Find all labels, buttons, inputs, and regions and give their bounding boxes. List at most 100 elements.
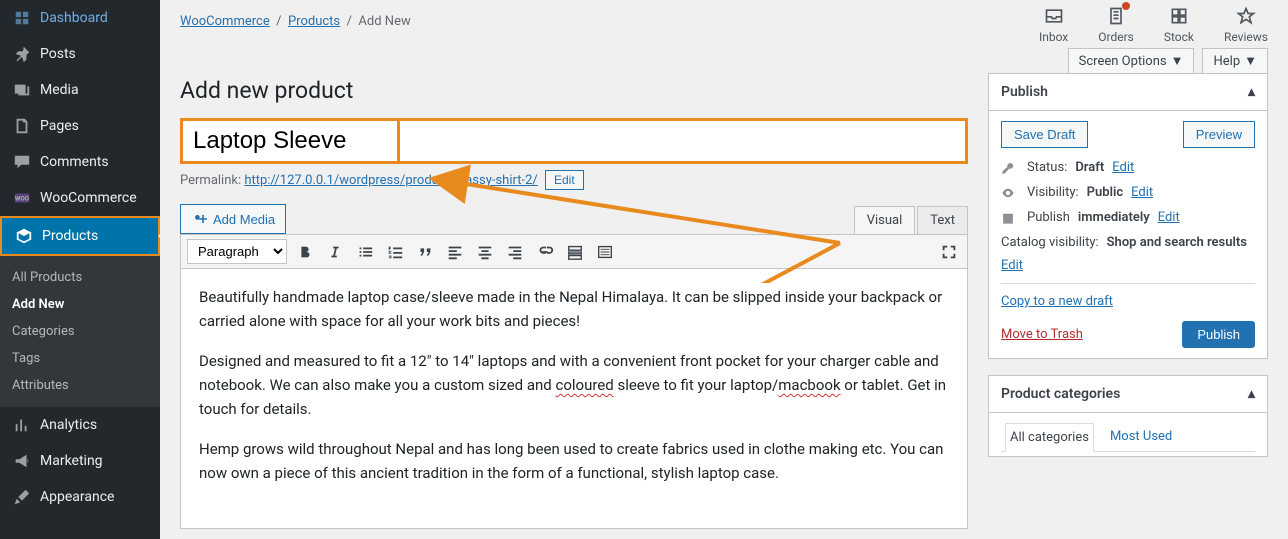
edit-catalog-link[interactable]: Edit: [1001, 258, 1023, 273]
edit-slug-button[interactable]: Edit: [545, 170, 584, 190]
format-select[interactable]: Paragraph: [187, 239, 287, 264]
sidebar-item-pages[interactable]: Pages: [0, 108, 160, 144]
products-submenu: All Products Add New Categories Tags Att…: [0, 256, 160, 407]
admin-sidebar: Dashboard Posts Media Pages Comments WOO…: [0, 0, 160, 539]
sidebar-item-label: Comments: [40, 154, 109, 170]
sidebar-item-media[interactable]: Media: [0, 72, 160, 108]
sidebar-item-posts[interactable]: Posts: [0, 36, 160, 72]
publish-on-value: immediately: [1078, 210, 1150, 225]
add-media-button[interactable]: Add Media: [180, 204, 286, 234]
submenu-categories[interactable]: Categories: [0, 318, 160, 345]
editor-tab-visual[interactable]: Visual: [854, 206, 916, 234]
align-right-button[interactable]: [503, 240, 527, 264]
link-button[interactable]: [533, 240, 557, 264]
calendar-icon: [1001, 211, 1019, 225]
media-icon: [191, 211, 207, 227]
star-icon: [1234, 4, 1258, 28]
submenu-add-new[interactable]: Add New: [0, 291, 160, 318]
sidebar-item-dashboard[interactable]: Dashboard: [0, 0, 160, 36]
sidebar-item-label: Pages: [40, 118, 79, 134]
permalink-link[interactable]: http://127.0.0.1/wordpress/product/class…: [244, 173, 537, 188]
breadcrumb-current: Add New: [358, 14, 410, 29]
sidebar-item-label: Dashboard: [40, 10, 108, 26]
editor-tab-text[interactable]: Text: [917, 206, 968, 234]
italic-button[interactable]: [323, 240, 347, 264]
publish-box: Publish ▴ Save Draft Preview Status: Dra…: [988, 73, 1268, 359]
sidebar-item-appearance[interactable]: Appearance: [0, 479, 160, 515]
editor-toolbar: Paragraph: [180, 234, 968, 269]
product-title-input[interactable]: [180, 118, 968, 164]
breadcrumb-products[interactable]: Products: [288, 14, 340, 29]
align-center-button[interactable]: [473, 240, 497, 264]
move-to-trash-link[interactable]: Move to Trash: [1001, 327, 1083, 342]
screen-options-tab[interactable]: Screen Options ▼: [1068, 48, 1195, 73]
sidebar-item-comments[interactable]: Comments: [0, 144, 160, 180]
page-title: Add new product: [180, 77, 968, 104]
topbar-orders[interactable]: Orders: [1098, 4, 1134, 44]
chevron-down-icon: ▼: [1171, 53, 1184, 69]
toolbar-toggle-button[interactable]: [593, 240, 617, 264]
chart-icon: [12, 415, 32, 435]
visibility-value: Public: [1087, 185, 1123, 200]
collapse-icon[interactable]: ▴: [1248, 84, 1255, 100]
publish-title: Publish: [1001, 84, 1048, 100]
fullscreen-button[interactable]: [937, 240, 961, 264]
bullet-list-button[interactable]: [353, 240, 377, 264]
edit-status-link[interactable]: Edit: [1112, 160, 1134, 175]
sidebar-item-products[interactable]: Products: [0, 216, 160, 256]
numbered-list-button[interactable]: [383, 240, 407, 264]
notification-dot: [1122, 2, 1130, 10]
submenu-attributes[interactable]: Attributes: [0, 372, 160, 399]
bold-button[interactable]: [293, 240, 317, 264]
key-icon: [1001, 161, 1019, 175]
insert-more-button[interactable]: [563, 240, 587, 264]
sidebar-item-analytics[interactable]: Analytics: [0, 407, 160, 443]
help-tab[interactable]: Help ▼: [1202, 48, 1268, 73]
woo-icon: WOO: [12, 188, 32, 208]
topbar-stock[interactable]: Stock: [1164, 4, 1194, 44]
breadcrumb: WooCommerce / Products / Add New: [180, 4, 411, 29]
preview-button[interactable]: Preview: [1183, 121, 1255, 148]
brush-icon: [12, 487, 32, 507]
category-tab-most-used[interactable]: Most Used: [1106, 423, 1176, 451]
align-left-button[interactable]: [443, 240, 467, 264]
catalog-label: Catalog visibility:: [1001, 235, 1099, 250]
inbox-icon: [1042, 4, 1066, 28]
breadcrumb-woocommerce[interactable]: WooCommerce: [180, 14, 270, 29]
sidebar-item-label: Analytics: [40, 417, 97, 433]
grid-icon: [1167, 4, 1191, 28]
sidebar-item-label: Appearance: [40, 489, 114, 505]
category-tab-all[interactable]: All categories: [1005, 423, 1094, 452]
save-draft-button[interactable]: Save Draft: [1001, 121, 1088, 148]
categories-title: Product categories: [1001, 386, 1120, 402]
status-value: Draft: [1075, 160, 1104, 175]
visibility-label: Visibility:: [1027, 185, 1079, 200]
publish-on-label: Publish: [1027, 210, 1070, 225]
topbar-label: Reviews: [1224, 30, 1268, 44]
editor-paragraph: Beautifully handmade laptop case/sleeve …: [199, 285, 949, 333]
sidebar-item-woocommerce[interactable]: WOO WooCommerce: [0, 180, 160, 216]
eye-icon: [1001, 186, 1019, 200]
publish-button[interactable]: Publish: [1182, 321, 1255, 348]
topbar-label: Inbox: [1039, 30, 1068, 44]
collapse-icon[interactable]: ▴: [1248, 386, 1255, 402]
submenu-all-products[interactable]: All Products: [0, 264, 160, 291]
comment-icon: [12, 152, 32, 172]
svg-text:WOO: WOO: [15, 195, 30, 203]
topbar-label: Stock: [1164, 30, 1194, 44]
topbar-inbox[interactable]: Inbox: [1039, 4, 1068, 44]
sidebar-item-marketing[interactable]: Marketing: [0, 443, 160, 479]
dashboard-icon: [12, 8, 32, 28]
pin-icon: [12, 44, 32, 64]
blockquote-button[interactable]: [413, 240, 437, 264]
topbar-reviews[interactable]: Reviews: [1224, 4, 1268, 44]
topbar-label: Orders: [1098, 30, 1134, 44]
edit-publish-link[interactable]: Edit: [1158, 210, 1180, 225]
orders-icon: [1104, 4, 1128, 28]
submenu-tags[interactable]: Tags: [0, 345, 160, 372]
edit-visibility-link[interactable]: Edit: [1131, 185, 1153, 200]
sidebar-item-label: Posts: [40, 46, 76, 62]
editor-body[interactable]: Beautifully handmade laptop case/sleeve …: [180, 269, 968, 529]
catalog-value: Shop and search results: [1107, 235, 1247, 250]
copy-draft-link[interactable]: Copy to a new draft: [1001, 294, 1113, 309]
